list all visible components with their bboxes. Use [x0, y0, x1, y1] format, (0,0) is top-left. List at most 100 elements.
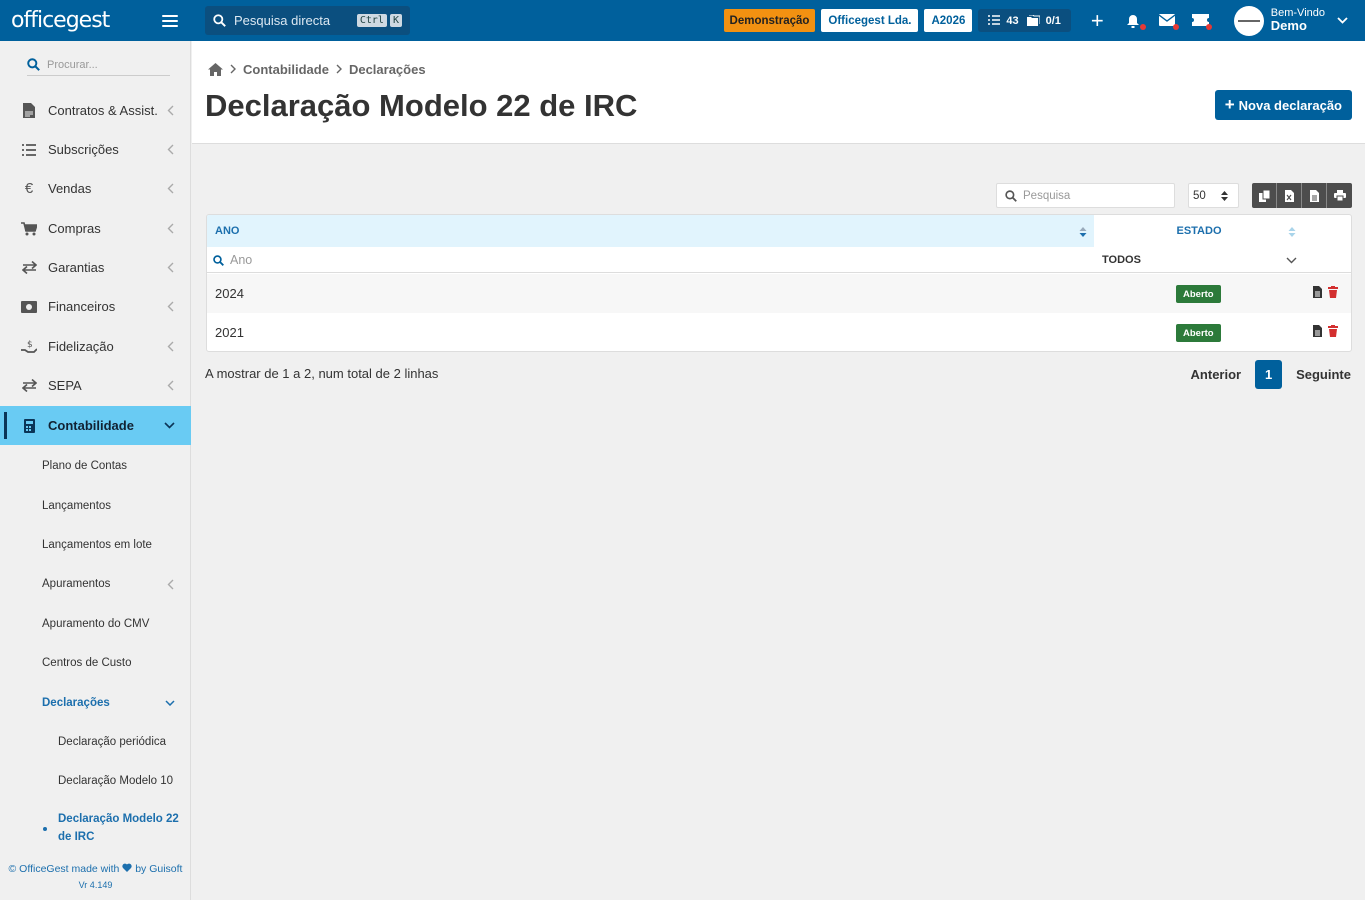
sidebar-sub-apuramentos[interactable]: Apuramentos: [0, 570, 191, 598]
export-buttons: [1252, 183, 1352, 208]
sidebar-item-compras[interactable]: Compras: [0, 209, 191, 248]
heart-icon: [122, 863, 132, 872]
calculator-icon: [21, 418, 37, 434]
search-icon: [213, 254, 224, 266]
sidebar-item-sepa[interactable]: SEPA: [0, 366, 191, 405]
sidebar-item-garantias[interactable]: Garantias: [0, 248, 191, 287]
sidebar-sub-apuramento-cmv[interactable]: Apuramento do CMV: [0, 610, 191, 638]
page-size-select[interactable]: 50: [1188, 183, 1239, 208]
sidebar-search-input[interactable]: Procurar...: [27, 54, 170, 76]
add-icon[interactable]: +: [1091, 9, 1104, 32]
filter-ano-placeholder: Ano: [230, 253, 253, 267]
file-icon[interactable]: [1313, 286, 1322, 298]
tasks-count: 43: [1006, 14, 1019, 27]
new-declaration-button[interactable]: + Nova declaração: [1214, 90, 1352, 120]
sort-icon: [1079, 226, 1087, 238]
hamburger-menu-icon[interactable]: [162, 14, 178, 27]
sidebar-item-label: Contabilidade: [48, 418, 134, 433]
excel-button[interactable]: [1277, 183, 1302, 208]
trash-icon[interactable]: [1328, 286, 1338, 298]
cell-ano: 2021: [215, 325, 244, 340]
footer-by[interactable]: by Guisoft: [135, 863, 182, 875]
docs-counter[interactable]: 0/1: [1023, 15, 1065, 27]
filter-estado-select[interactable]: TODOS: [1102, 247, 1297, 273]
sidebar-item-contratos[interactable]: Contratos & Assist.: [0, 91, 191, 130]
sidebar-sub-centros-custo[interactable]: Centros de Custo: [0, 649, 191, 677]
sidebar-sub2-declaracao-modelo-10[interactable]: Declaração Modelo 10: [0, 767, 191, 795]
global-search-placeholder: Pesquisa directa: [234, 13, 331, 28]
sidebar-sub2-label: Declaração Modelo 22 de IRC: [58, 813, 179, 843]
prev-page-button[interactable]: Anterior: [1191, 367, 1242, 382]
sidebar-sub-label: Declarações: [42, 697, 110, 709]
cell-ano: 2024: [215, 286, 244, 301]
column-header-label: ESTADO: [1176, 225, 1222, 237]
chevron-left-icon: [167, 262, 174, 273]
page-number-button[interactable]: 1: [1255, 360, 1283, 389]
column-header-ano[interactable]: ANO: [207, 215, 1094, 247]
chevron-left-icon: [167, 579, 174, 590]
column-header-estado[interactable]: ESTADO: [1094, 215, 1304, 247]
user-menu[interactable]: Bem-Vindo Demo: [1233, 5, 1348, 36]
sidebar-item-contabilidade[interactable]: Contabilidade: [0, 406, 191, 445]
filter-ano-input[interactable]: Ano: [213, 247, 252, 273]
global-search-input[interactable]: Pesquisa directa Ctrl K: [205, 6, 410, 35]
copy-icon: [1258, 189, 1270, 202]
csv-button[interactable]: [1302, 183, 1327, 208]
exchange-icon: [21, 260, 37, 276]
sidebar-item-vendas[interactable]: € Vendas: [0, 169, 191, 208]
chevron-down-icon: [1286, 257, 1297, 263]
sort-icon[interactable]: [1288, 226, 1296, 238]
sidebar-sub-label: Lançamentos em lote: [42, 539, 152, 551]
demo-badge[interactable]: Demonstração: [723, 9, 816, 32]
table-row[interactable]: 2021 Aberto: [207, 313, 1351, 351]
chevron-left-icon: [167, 301, 174, 312]
chevron-left-icon: [167, 341, 174, 352]
sidebar-sub2-label: Declaração periódica: [58, 736, 167, 748]
sidebar-item-label: Compras: [48, 221, 101, 236]
sidebar-sub2-declaracao-modelo-22[interactable]: Declaração Modelo 22 de IRC: [0, 809, 191, 849]
table-search-placeholder: Pesquisa: [1023, 189, 1071, 202]
search-icon: [213, 14, 226, 27]
docs-count: 0/1: [1045, 14, 1061, 27]
file-icon[interactable]: [1313, 325, 1322, 337]
company-selector[interactable]: Officegest Lda.: [821, 9, 919, 32]
home-icon[interactable]: [208, 63, 223, 76]
file-icon: [1309, 189, 1319, 202]
row-actions: [1313, 325, 1338, 337]
sidebar-item-fidelizacao[interactable]: $ Fidelização: [0, 327, 191, 366]
kbd-ctrl: Ctrl: [356, 14, 387, 27]
next-page-button[interactable]: Seguinte: [1296, 367, 1351, 382]
sidebar-sub-lancamentos[interactable]: Lançamentos: [0, 492, 191, 520]
year-selector[interactable]: A2026: [924, 9, 973, 32]
trash-icon[interactable]: [1328, 325, 1338, 337]
tasks-counter[interactable]: 43: [984, 15, 1022, 27]
copy-button[interactable]: [1252, 183, 1277, 208]
sidebar-sub2-declaracao-periodica[interactable]: Declaração periódica: [0, 728, 191, 756]
table-row[interactable]: 2024 Aberto: [207, 274, 1351, 313]
mail-icon[interactable]: [1158, 13, 1179, 30]
sidebar-sub-label: Lançamentos: [42, 500, 112, 512]
notifications-bell-icon[interactable]: [1126, 14, 1146, 30]
table-search-input[interactable]: Pesquisa: [996, 183, 1175, 208]
page-size-value: 50: [1193, 189, 1206, 202]
plus-icon: +: [1224, 95, 1235, 114]
declarations-table: ANO ESTADO Ano TODOS 2024 Aberto 2021 Ab…: [206, 214, 1352, 352]
sidebar-footer: © OfficeGest made with by Guisoft Vr 4.1…: [0, 863, 191, 890]
sidebar-item-label: Financeiros: [48, 299, 116, 314]
sidebar-sub-plano-contas[interactable]: Plano de Contas: [0, 452, 191, 480]
sidebar-item-label: Vendas: [48, 181, 92, 196]
print-button[interactable]: [1327, 183, 1352, 208]
breadcrumb: Contabilidade Declarações: [208, 62, 426, 77]
sidebar-item-subscricoes[interactable]: Subscrições: [0, 130, 191, 169]
status-badge: Aberto: [1176, 285, 1221, 303]
sidebar-sub-declaracoes[interactable]: Declarações: [0, 689, 191, 717]
breadcrumb-item[interactable]: Contabilidade: [243, 62, 329, 77]
breadcrumb-item[interactable]: Declarações: [349, 62, 426, 77]
ticket-icon[interactable]: [1191, 13, 1212, 30]
excel-icon: [1284, 189, 1294, 202]
logo[interactable]: officegest: [11, 8, 110, 33]
chevron-down-icon: [164, 422, 175, 429]
search-icon: [1005, 189, 1017, 202]
sidebar-sub-lancamentos-lote[interactable]: Lançamentos em lote: [0, 531, 191, 559]
sidebar-item-financeiros[interactable]: Financeiros: [0, 287, 191, 326]
